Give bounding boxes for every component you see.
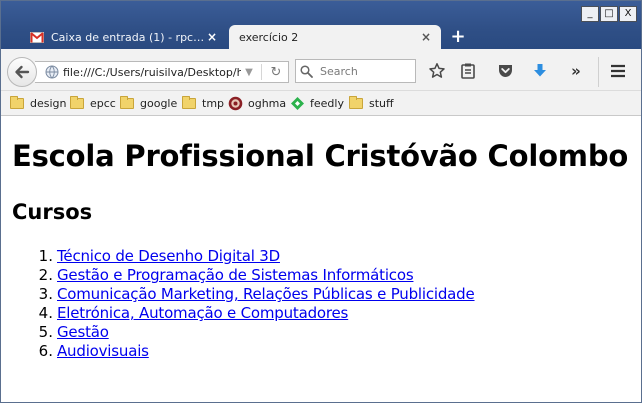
course-link[interactable]: Gestão [57, 323, 109, 342]
bookmark-label: google [140, 96, 178, 110]
minimize-button[interactable]: _ [581, 6, 599, 22]
tab-close-icon[interactable]: × [419, 30, 433, 44]
page-title: Escola Profissional Cristóvão Colombo [12, 139, 629, 173]
list-item: 2 Gestão e Programação de Sistemas Infor… [21, 266, 475, 285]
maximize-button[interactable]: □ [600, 6, 618, 22]
globe-icon [45, 65, 63, 79]
list-number: 1 [21, 247, 53, 266]
url-text[interactable]: file:///C:/Users/ruisilva/Desktop/htm [63, 66, 241, 79]
bookmark-label: feedly [310, 96, 344, 110]
list-item: 5 Gestão [21, 323, 475, 342]
folder-icon [182, 95, 197, 110]
search-input[interactable] [320, 64, 412, 78]
tab-gmail[interactable]: Caixa de entrada (1) - rpcsilva × [19, 25, 227, 49]
list-item: 3 Comunicação Marketing, Relações Públic… [21, 285, 475, 304]
course-link[interactable]: Audiovisuais [57, 342, 149, 361]
search-icon [300, 64, 316, 78]
back-button[interactable] [7, 57, 37, 87]
tab-label: Caixa de entrada (1) - rpcsilva [51, 30, 205, 44]
folder-icon [70, 95, 85, 110]
url-bar[interactable]: file:///C:/Users/ruisilva/Desktop/htm ▼ … [35, 61, 289, 83]
bookmark-stuff[interactable]: stuff [349, 95, 394, 111]
pocket-icon[interactable] [495, 61, 515, 81]
tab-exercicio[interactable]: exercício 2 × [229, 25, 441, 49]
window-controls: _ □ X [580, 6, 637, 22]
bookmark-feedly[interactable]: feedly [290, 95, 344, 111]
back-icon [15, 65, 30, 79]
course-list: 1 Técnico de Desenho Digital 3D 2 Gestão… [21, 247, 475, 361]
browser-window: _ □ X Caixa de entrada (1) - rpcsilva × … [0, 0, 642, 403]
bookmark-label: oghma [248, 96, 287, 110]
folder-icon [349, 95, 364, 110]
bookmark-label: stuff [369, 96, 394, 110]
list-item: 4 Eletrónica, Automação e Computadores [21, 304, 475, 323]
folder-icon [10, 95, 25, 110]
url-separator [261, 64, 262, 80]
list-number: 3 [21, 285, 53, 304]
course-link[interactable]: Gestão e Programação de Sistemas Informá… [57, 266, 414, 285]
dropdown-icon[interactable]: ▼ [241, 67, 257, 78]
bookmark-google[interactable]: google [120, 95, 177, 111]
tab-label: exercício 2 [239, 30, 299, 44]
course-link[interactable]: Eletrónica, Automação e Computadores [57, 304, 348, 323]
folder-icon [120, 95, 135, 110]
bookmark-label: tmp [202, 96, 225, 110]
course-link[interactable]: Comunicação Marketing, Relações Públicas… [57, 285, 475, 304]
reload-icon[interactable]: ↻ [266, 65, 286, 80]
bookmark-label: design [30, 96, 67, 110]
overflow-icon[interactable]: » [566, 61, 586, 81]
list-number: 4 [21, 304, 53, 323]
tab-close-icon[interactable]: × [205, 30, 219, 44]
search-bar[interactable] [295, 59, 416, 83]
course-link[interactable]: Técnico de Desenho Digital 3D [57, 247, 280, 266]
bookmark-epcc[interactable]: epcc [70, 95, 116, 111]
new-tab-button[interactable]: + [449, 28, 467, 46]
reading-list-icon[interactable] [458, 61, 478, 81]
oghma-icon [228, 96, 243, 110]
list-number: 6 [21, 342, 53, 361]
bookmark-oghma[interactable]: oghma [228, 95, 286, 111]
gmail-icon [29, 31, 45, 43]
bookmark-label: epcc [90, 96, 116, 110]
list-number: 5 [21, 323, 53, 342]
list-item: 6 Audiovisuais [21, 342, 475, 361]
list-item: 1 Técnico de Desenho Digital 3D [21, 247, 475, 266]
list-number: 2 [21, 266, 53, 285]
toolbar-separator [598, 57, 599, 87]
download-icon[interactable] [530, 61, 550, 81]
bookmark-design[interactable]: design [10, 95, 67, 111]
section-title: Cursos [12, 200, 93, 224]
close-window-button[interactable]: X [619, 6, 637, 22]
bookmark-star-icon[interactable] [427, 61, 447, 81]
bookmark-tmp[interactable]: tmp [182, 95, 224, 111]
menu-icon[interactable] [608, 61, 628, 81]
feedly-icon [290, 96, 305, 110]
